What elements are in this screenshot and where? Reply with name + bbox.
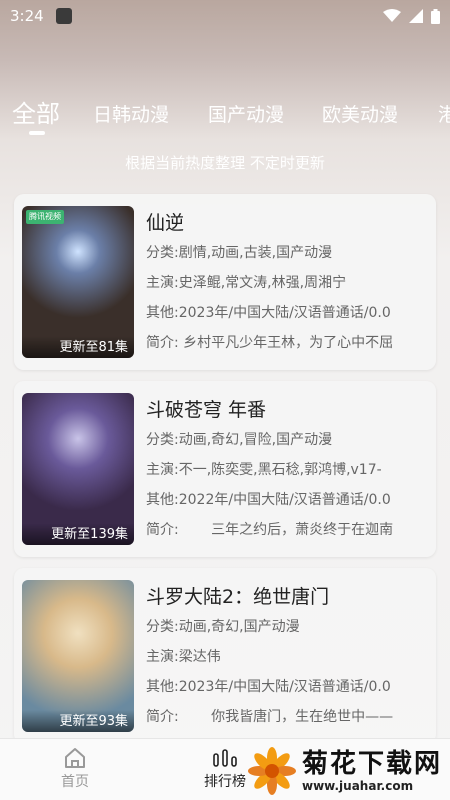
card-other: 其他:2023年/中国大陆/汉语普通话/0.0 [146, 302, 428, 322]
cast-label: 主演: [146, 275, 179, 291]
card-cast: 主演:梁达伟 [146, 646, 428, 666]
home-icon [65, 748, 85, 768]
tab-western[interactable]: 欧美动漫 [322, 100, 398, 127]
intro-label: 简介: [146, 335, 179, 351]
battery-icon [431, 8, 440, 24]
card-intro: 简介: 三年之约后，萧炎终于在迦南 [146, 519, 428, 539]
anime-card[interactable]: 更新至93集 斗罗大陆2：绝世唐门 分类:动画,奇幻,国产动漫 主演:梁达伟 其… [14, 568, 436, 744]
ranking-icon [213, 749, 237, 767]
other-label: 其他: [146, 679, 179, 695]
signal-icon [409, 9, 423, 23]
notification-icon [55, 8, 72, 24]
card-title[interactable]: 仙逆 [146, 208, 184, 235]
category-label: 分类: [146, 432, 179, 448]
card-other: 其他:2022年/中国大陆/汉语普通话/0.0 [146, 489, 428, 509]
intro-label: 简介: [146, 709, 179, 725]
other-value: 2023年/中国大陆/汉语普通话/0.0 [178, 679, 391, 695]
intro-value: 乡村平凡少年王林，为了心中不屈 [183, 335, 394, 351]
episode-badge: 更新至93集 [22, 710, 134, 732]
nav-home[interactable]: 首页 [35, 745, 115, 791]
poster-tag: 腾讯视频 [26, 210, 64, 224]
status-icons [383, 8, 440, 24]
nav-home-label: 首页 [61, 774, 89, 790]
anime-card[interactable]: 更新至139集 斗破苍穹 年番 分类:动画,奇幻,冒险,国产动漫 主演:不一,陈… [14, 381, 436, 557]
other-value: 2022年/中国大陆/汉语普通话/0.0 [178, 492, 391, 508]
watermark-url: www.juahar.com [302, 779, 414, 793]
category-label: 分类: [146, 619, 179, 635]
card-title[interactable]: 斗罗大陆2：绝世唐门 [146, 582, 329, 609]
tab-domestic[interactable]: 国产动漫 [208, 100, 284, 127]
watermark: 菊花下载网 www.juahar.com [248, 744, 448, 798]
card-category: 分类:动画,奇幻,国产动漫 [146, 616, 428, 636]
card-intro: 简介: 你我皆唐门，生在绝世中—— [146, 706, 428, 726]
other-value: 2023年/中国大陆/汉语普通话/0.0 [178, 305, 391, 321]
cast-label: 主演: [146, 649, 179, 665]
active-tab-indicator [29, 131, 45, 135]
other-label: 其他: [146, 492, 179, 508]
card-cast: 主演:史泽鲲,常文涛,林强,周湘宁 [146, 272, 428, 292]
intro-label: 简介: [146, 522, 179, 538]
card-other: 其他:2023年/中国大陆/汉语普通话/0.0 [146, 676, 428, 696]
page-subtitle: 根据当前热度整理 不定时更新 [125, 154, 325, 172]
cast-value: 史泽鲲,常文涛,林强,周湘宁 [178, 275, 347, 291]
episode-badge: 更新至81集 [22, 336, 134, 358]
status-bar: 3:24 [0, 0, 450, 32]
card-category: 分类:动画,奇幻,冒险,国产动漫 [146, 429, 428, 449]
category-value: 剧情,动画,古装,国产动漫 [178, 245, 333, 261]
poster-image[interactable]: 更新至93集 [22, 580, 134, 732]
category-label: 分类: [146, 245, 179, 261]
category-value: 动画,奇幻,国产动漫 [178, 619, 300, 635]
category-tabs: 全部 日韩动漫 国产动漫 欧美动漫 港 [0, 92, 450, 142]
card-category: 分类:剧情,动画,古装,国产动漫 [146, 242, 428, 262]
card-title[interactable]: 斗破苍穹 年番 [146, 395, 266, 422]
category-value: 动画,奇幻,冒险,国产动漫 [178, 432, 333, 448]
other-label: 其他: [146, 305, 179, 321]
cast-value: 梁达伟 [178, 649, 221, 665]
episode-badge: 更新至139集 [22, 523, 134, 545]
cast-label: 主演: [146, 462, 179, 478]
watermark-title: 菊花下载网 [302, 749, 443, 779]
poster-image[interactable]: 更新至139集 [22, 393, 134, 545]
tab-hongkong[interactable]: 港 [438, 100, 450, 127]
intro-value: 你我皆唐门，生在绝世中—— [183, 709, 394, 725]
watermark-text: 菊花下载网 www.juahar.com [302, 749, 442, 793]
card-cast: 主演:不一,陈奕雯,黑石稔,郭鸿博,v17- [146, 459, 428, 479]
poster-image[interactable]: 腾讯视频 更新至81集 [22, 206, 134, 358]
anime-card[interactable]: 腾讯视频 更新至81集 仙逆 分类:剧情,动画,古装,国产动漫 主演:史泽鲲,常… [14, 194, 436, 370]
tab-all[interactable]: 全部 [12, 94, 60, 129]
chrysanthemum-logo [248, 747, 296, 795]
tab-japan-korea[interactable]: 日韩动漫 [93, 100, 169, 127]
intro-value: 三年之约后，萧炎终于在迦南 [183, 522, 394, 538]
card-intro: 简介: 乡村平凡少年王林，为了心中不屈 [146, 332, 428, 352]
status-time: 3:24 [10, 7, 44, 25]
cast-value: 不一,陈奕雯,黑石稔,郭鸿博,v17- [178, 462, 382, 478]
wifi-icon [383, 9, 401, 22]
